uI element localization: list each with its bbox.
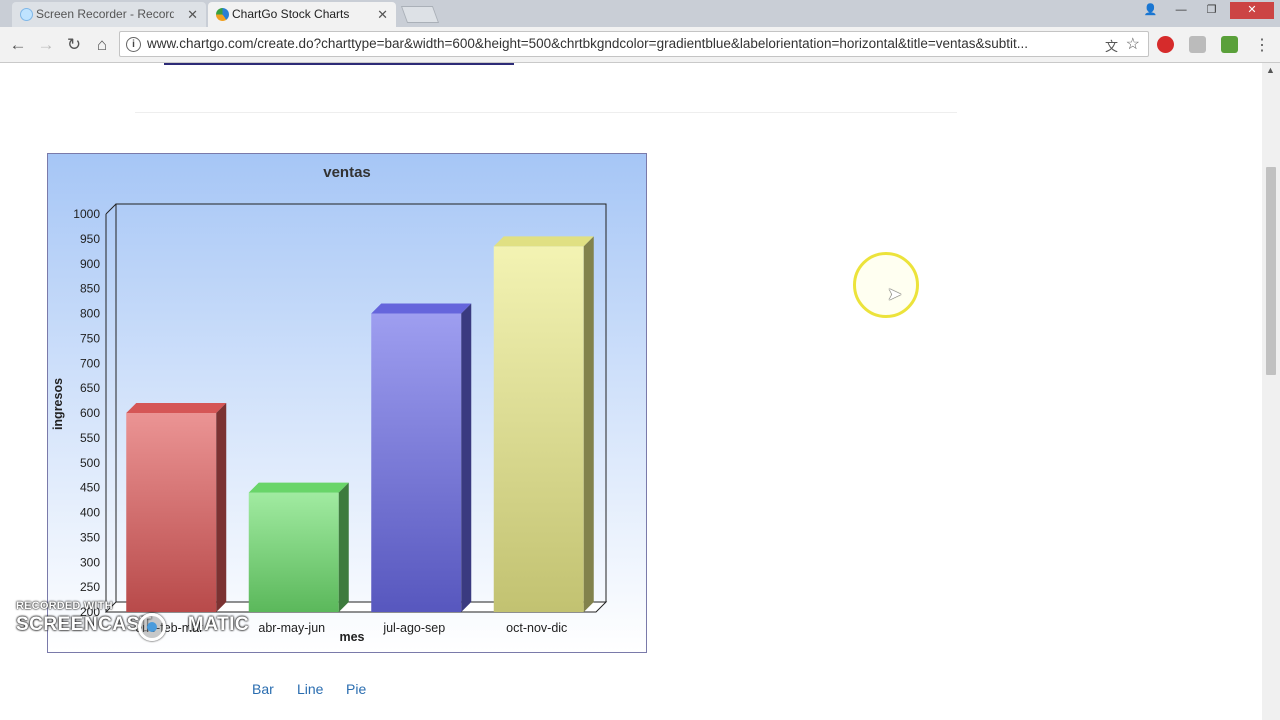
separator-line [135,112,957,113]
y-tick-label: 550 [80,431,100,445]
bar [371,313,462,612]
page-content: ventas 200 250 300 350 400 450 500 550 600 650 700… [0,63,1262,720]
y-tick-label: 200 [80,605,100,619]
bar-top [126,403,227,413]
bar [126,413,217,612]
extension-abp-icon[interactable] [1157,36,1174,53]
tab-close-icon[interactable]: ✕ [377,2,388,27]
forward-arrow-icon[interactable]: → [36,35,56,55]
browser-toolbar: ← → ↻ ⌂ i www.chartgo.com/create.do?char… [0,27,1280,63]
x-tick-label: ene-feb-mar [135,621,203,635]
reload-icon[interactable]: ↻ [64,35,84,55]
home-icon[interactable]: ⌂ [92,35,112,55]
vertical-scrollbar[interactable]: ▲ [1262,63,1280,720]
pie-link[interactable]: Pie [346,681,366,697]
address-bar[interactable]: i www.chartgo.com/create.do?charttype=ba… [119,31,1149,57]
back-arrow-icon[interactable]: ← [8,35,28,55]
extension-green-icon[interactable] [1221,36,1238,53]
minimize-icon[interactable]: — [1169,2,1193,19]
tab-close-icon[interactable]: ✕ [187,2,198,27]
menu-icon[interactable]: ⋮ [1254,35,1270,55]
y-tick-label: 950 [80,232,100,246]
y-tick-label: 1000 [73,207,100,221]
mouse-cursor-icon: ➤ [887,284,903,304]
y-axis-label: ingresos [51,378,65,430]
extension-screen-icon[interactable] [1189,36,1206,53]
y-tick-label: 350 [80,530,100,544]
scroll-thumb[interactable] [1266,167,1276,375]
tab-strip: Screen Recorder - Record ✕ ChartGo Stock… [0,0,1280,27]
window-close-icon[interactable]: ✕ [1230,2,1274,19]
url-text[interactable]: www.chartgo.com/create.do?charttype=bar&… [147,32,1084,56]
tab-chartgo[interactable]: ChartGo Stock Charts ✕ [208,2,396,27]
new-tab-button[interactable] [400,6,440,23]
x-axis-label: mes [339,630,364,644]
tab-title: Screen Recorder - Record [36,7,174,21]
restore-icon[interactable]: ❐ [1200,2,1224,19]
chart-title: ventas [323,164,371,181]
y-tick-label: 800 [80,307,100,321]
y-tick-label: 900 [80,257,100,271]
window-controls: 👤 — ❐ ✕ [1137,0,1274,19]
bar-top [248,482,349,493]
bar [493,246,584,612]
x-tick-label: jul-ago-sep [382,621,445,635]
x-tick-label: abr-may-jun [258,621,325,635]
y-tick-label: 250 [80,580,100,594]
scroll-up-arrow-icon[interactable]: ▲ [1266,65,1275,75]
y-tick-label: 700 [80,356,100,370]
cursor-highlight-ring [853,252,919,318]
y-tick-label: 500 [80,456,100,470]
bar-side [583,236,594,612]
bar-link[interactable]: Bar [252,681,274,697]
tab-screen-recorder[interactable]: Screen Recorder - Record ✕ [12,2,206,27]
y-tick-label: 600 [80,406,100,420]
y-tick-label: 750 [80,331,100,345]
user-icon[interactable]: 👤 [1139,2,1163,19]
bar-side [216,403,227,612]
bar-chart: ventas 200 250 300 350 400 450 500 550 600 650 700… [48,154,646,652]
y-tick-label: 300 [80,555,100,569]
y-tick-label: 450 [80,481,100,495]
x-tick-label: oct-nov-dic [506,621,567,635]
tab-title: ChartGo Stock Charts [232,7,350,21]
translate-icon[interactable]: 文 [1105,36,1118,55]
y-tick-label: 850 [80,282,100,296]
chartgo-favicon-icon [216,8,229,21]
chart-container: ventas 200 250 300 350 400 450 500 550 600 650 700… [47,153,647,653]
star-icon[interactable]: ☆ [1126,34,1140,54]
bar-top [493,236,594,247]
bar-side [338,482,349,612]
screen-recorder-favicon-icon [20,8,33,21]
top-rule [164,63,514,65]
line-link[interactable]: Line [297,681,323,697]
bar-top [371,303,472,314]
y-tick-label: 650 [80,381,100,395]
info-icon[interactable]: i [126,37,141,52]
bar-side [461,303,472,612]
bar [248,492,339,612]
y-tick-label: 400 [80,506,100,520]
